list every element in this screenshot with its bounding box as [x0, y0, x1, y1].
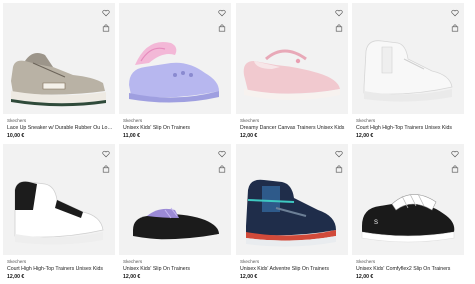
comfyflex-black-icon: S — [361, 193, 455, 243]
product-name[interactable]: Unisex Kids' Slip On Trainers — [123, 125, 231, 131]
clog-lavender-icon — [129, 41, 219, 103]
product-card[interactable]: Skechers Unisex Kids' Adventre Slip On T… — [236, 144, 348, 282]
product-card[interactable]: Skechers Dreamy Dancer Canvas Trainers U… — [236, 3, 348, 141]
product-card[interactable]: Skechers Lace Up Sneaker w/ Durable Rubb… — [3, 3, 115, 141]
product-card[interactable]: Skechers Unisex Kids' Slip On Trainers 1… — [119, 144, 231, 282]
product-name[interactable]: Unisex Kids' Comfyflex2 Slip On Trainers — [356, 266, 464, 272]
heart-icon[interactable] — [451, 150, 459, 158]
heart-icon[interactable] — [218, 9, 226, 17]
shopping-bag-icon[interactable] — [218, 24, 226, 32]
shopping-bag-icon[interactable] — [102, 165, 110, 173]
product-price: 11,00 € — [123, 132, 141, 139]
product-price: 12,00 € — [356, 132, 374, 139]
product-name[interactable]: Unisex Kids' Slip On Trainers — [123, 266, 231, 272]
product-price: 12,00 € — [240, 273, 258, 280]
product-name[interactable]: Dreamy Dancer Canvas Trainers Unisex Kid… — [240, 125, 348, 131]
product-image[interactable] — [236, 3, 348, 114]
shopping-bag-icon[interactable] — [335, 24, 343, 32]
shopping-bag-icon[interactable] — [451, 165, 459, 173]
svg-text:S: S — [374, 220, 378, 226]
product-image[interactable] — [3, 3, 115, 114]
slipon-black-purple-icon — [133, 207, 219, 245]
product-image[interactable] — [352, 3, 464, 114]
shopping-bag-icon[interactable] — [451, 24, 459, 32]
product-image[interactable] — [236, 144, 348, 255]
product-card[interactable]: Skechers Unisex Kids' Slip On Trainers 1… — [119, 3, 231, 141]
heart-icon[interactable] — [102, 9, 110, 17]
heart-icon[interactable] — [451, 9, 459, 17]
hightop-black-white-icon — [14, 181, 104, 245]
product-image[interactable] — [3, 144, 115, 255]
product-brand: Skechers — [356, 259, 376, 264]
heart-icon[interactable] — [335, 9, 343, 17]
product-card[interactable]: Skechers Court High High-Top Trainers Un… — [352, 3, 464, 141]
product-brand: Skechers — [7, 118, 27, 123]
product-name[interactable]: Lace Up Sneaker w/ Durable Rubber Ou Low… — [7, 125, 115, 131]
product-card[interactable]: Skechers Court High High-Top Trainers Un… — [3, 144, 115, 282]
product-price: 10,00 € — [7, 132, 25, 139]
product-name[interactable]: Unisex Kids' Adventre Slip On Trainers — [240, 266, 348, 272]
product-price: 12,00 € — [7, 273, 25, 280]
product-price: 12,00 € — [356, 273, 374, 280]
product-brand: Skechers — [240, 118, 260, 123]
product-brand: Skechers — [123, 259, 143, 264]
heart-icon[interactable] — [102, 150, 110, 158]
shopping-bag-icon[interactable] — [218, 165, 226, 173]
mary-jane-pink-icon — [243, 49, 340, 100]
product-brand: Skechers — [123, 118, 143, 123]
shopping-bag-icon[interactable] — [335, 165, 343, 173]
product-name[interactable]: Court High High-Top Trainers Unisex Kids — [7, 266, 115, 272]
product-brand: Skechers — [7, 259, 27, 264]
product-card[interactable]: S Skechers Unisex Kids' Comfyflex2 Slip … — [352, 144, 464, 282]
heart-icon[interactable] — [218, 150, 226, 158]
product-image[interactable]: S — [352, 144, 464, 255]
product-brand: Skechers — [240, 259, 260, 264]
adventure-navy-icon — [246, 179, 336, 247]
shopping-bag-icon[interactable] — [102, 24, 110, 32]
product-image[interactable] — [119, 144, 231, 255]
product-image[interactable] — [119, 3, 231, 114]
heart-icon[interactable] — [335, 150, 343, 158]
product-grid: Skechers Lace Up Sneaker w/ Durable Rubb… — [0, 0, 475, 284]
hightop-white-icon — [363, 40, 453, 102]
product-price: 12,00 € — [123, 273, 141, 280]
product-name[interactable]: Court High High-Top Trainers Unisex Kids — [356, 125, 464, 131]
product-brand: Skechers — [356, 118, 376, 123]
sneaker-grey-icon — [11, 53, 106, 107]
product-price: 12,00 € — [240, 132, 258, 139]
